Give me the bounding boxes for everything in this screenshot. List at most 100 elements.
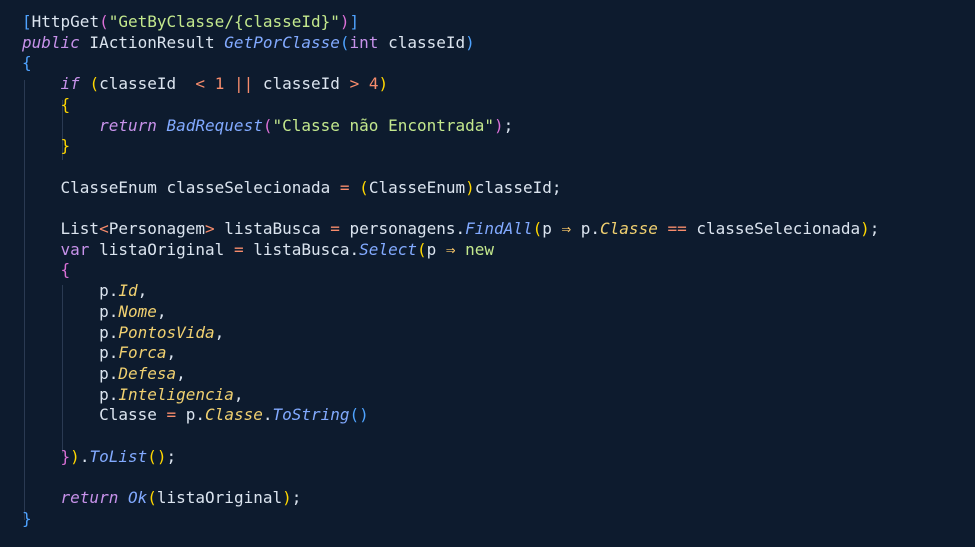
code-line: } bbox=[22, 509, 32, 530]
code-token: = bbox=[339, 177, 350, 197]
code-token: Id bbox=[118, 281, 138, 301]
code-token: "GetByClasse/{classeId}" bbox=[108, 12, 340, 31]
code-token: ; bbox=[291, 488, 302, 508]
code-token: new bbox=[465, 239, 495, 259]
code-line: { bbox=[22, 94, 71, 116]
code-token: return bbox=[60, 488, 119, 508]
code-line: p.Defesa, bbox=[22, 364, 186, 385]
code-token: < bbox=[99, 219, 109, 238]
code-token: , bbox=[233, 384, 244, 404]
code-token: { bbox=[60, 94, 71, 114]
code-token: { bbox=[22, 53, 32, 73]
code-token: ( bbox=[147, 488, 157, 508]
code-token: listaOriginal bbox=[156, 488, 283, 508]
code-token: ) bbox=[378, 74, 389, 94]
code-token: p. bbox=[571, 219, 601, 238]
code-token: p bbox=[542, 219, 562, 238]
code-token: Classe bbox=[205, 405, 263, 425]
code-token: () bbox=[147, 446, 167, 466]
code-line: public IActionResult GetPorClasse(int cl… bbox=[22, 33, 475, 54]
code-token: p. bbox=[22, 322, 119, 342]
code-line: p.Nome, bbox=[22, 301, 167, 323]
code-token: ) bbox=[339, 12, 350, 31]
code-token: ) bbox=[465, 177, 475, 197]
code-token: int bbox=[349, 32, 379, 52]
code-token: ( bbox=[416, 239, 427, 259]
code-token: GetPorClasse bbox=[224, 32, 340, 52]
code-token: < bbox=[195, 74, 206, 94]
code-token: p. bbox=[22, 363, 119, 383]
code-token: , bbox=[176, 363, 186, 383]
code-token: ] bbox=[349, 12, 360, 31]
code-token: listaBusca. bbox=[243, 239, 360, 259]
code-token: Forca bbox=[118, 343, 167, 363]
code-token: ToList bbox=[89, 446, 148, 466]
code-token: , bbox=[156, 301, 167, 321]
code-token: if bbox=[60, 74, 80, 94]
code-token: ) bbox=[860, 219, 870, 238]
code-token: classeSelecionada bbox=[686, 219, 861, 238]
code-token: personagens. bbox=[339, 219, 466, 238]
code-line: { bbox=[22, 53, 32, 74]
code-token: } bbox=[22, 508, 32, 528]
code-token: Defesa bbox=[118, 363, 177, 383]
code-token: ) bbox=[465, 32, 475, 52]
code-token: return bbox=[99, 115, 157, 135]
code-token: , bbox=[137, 281, 148, 301]
code-token: PontosVida bbox=[118, 322, 215, 342]
code-token: ToString bbox=[272, 405, 350, 425]
code-token: } bbox=[60, 136, 71, 156]
code-token: Nome bbox=[118, 301, 157, 321]
code-token: ; bbox=[503, 115, 514, 135]
code-token: || bbox=[233, 74, 254, 94]
code-token: ; bbox=[869, 219, 880, 238]
code-token: = bbox=[166, 405, 177, 425]
code-token: p. bbox=[22, 281, 119, 301]
code-token: Ok bbox=[127, 488, 148, 508]
code-token: classeId bbox=[99, 74, 196, 94]
code-token: BadRequest bbox=[166, 115, 263, 135]
code-line: Classe = p.Classe.ToString() bbox=[22, 405, 369, 426]
code-token: Inteligencia bbox=[118, 384, 234, 404]
code-line: p.Id, bbox=[22, 281, 147, 302]
code-token: 1 bbox=[214, 74, 225, 94]
code-token: ) bbox=[494, 115, 504, 135]
code-token: IActionResult bbox=[79, 32, 225, 52]
code-token: ( bbox=[99, 12, 109, 31]
code-token: , bbox=[166, 343, 177, 363]
code-token: , bbox=[214, 322, 225, 342]
code-token: Classe bbox=[22, 405, 167, 425]
code-token: HttpGet bbox=[31, 12, 100, 31]
code-token: var bbox=[60, 239, 90, 259]
code-token: = bbox=[233, 239, 244, 259]
code-token: List bbox=[22, 219, 100, 238]
code-token: Select bbox=[359, 239, 417, 259]
code-token: ⇒ bbox=[561, 219, 572, 238]
code-token: FindAll bbox=[465, 219, 533, 238]
code-token: } bbox=[60, 446, 71, 466]
code-line: { bbox=[22, 260, 71, 281]
code-token: ClasseEnum classeSelecionada bbox=[22, 177, 340, 197]
code-token: = bbox=[330, 219, 340, 238]
code-line: return Ok(listaOriginal); bbox=[22, 488, 302, 509]
code-token: listaBusca bbox=[214, 219, 331, 238]
code-line: List<Personagem> listaBusca = personagen… bbox=[22, 219, 880, 240]
code-token: p. bbox=[22, 384, 119, 404]
code-line: p.PontosVida, bbox=[22, 323, 224, 344]
code-editor[interactable]: [HttpGet("GetByClasse/{classeId}")] publi… bbox=[0, 0, 975, 547]
code-token: "Classe não Encontrada" bbox=[272, 115, 495, 135]
